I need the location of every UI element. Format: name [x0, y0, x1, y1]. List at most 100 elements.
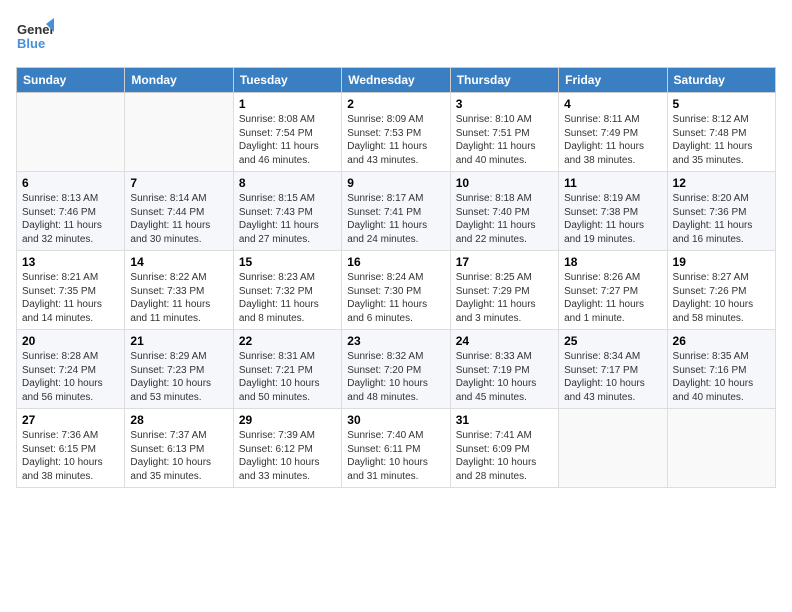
- week-row-3: 13 Sunrise: 8:21 AMSunset: 7:35 PMDayligh…: [17, 251, 776, 330]
- date-number: 2: [347, 97, 444, 111]
- cell-info: Sunrise: 8:32 AMSunset: 7:20 PMDaylight:…: [347, 350, 444, 404]
- cell-info: Sunrise: 8:09 AMSunset: 7:53 PMDaylight:…: [347, 113, 444, 167]
- date-number: 27: [22, 413, 119, 427]
- cell-info: Sunrise: 8:27 AMSunset: 7:26 PMDaylight:…: [673, 271, 770, 325]
- svg-text:Blue: Blue: [17, 36, 45, 51]
- week-row-2: 6 Sunrise: 8:13 AMSunset: 7:46 PMDaylight…: [17, 172, 776, 251]
- date-number: 29: [239, 413, 336, 427]
- calendar-cell: 23 Sunrise: 8:32 AMSunset: 7:20 PMDayligh…: [342, 330, 450, 409]
- date-number: 6: [22, 176, 119, 190]
- date-number: 7: [130, 176, 227, 190]
- cell-info: Sunrise: 8:08 AMSunset: 7:54 PMDaylight:…: [239, 113, 336, 167]
- calendar-cell: [559, 409, 667, 488]
- calendar-header-row: SundayMondayTuesdayWednesdayThursdayFrid…: [17, 68, 776, 93]
- calendar-cell: 7 Sunrise: 8:14 AMSunset: 7:44 PMDaylight…: [125, 172, 233, 251]
- calendar-cell: 29Sunrise: 7:39 AMSunset: 6:12 PMDayligh…: [233, 409, 341, 488]
- date-number: 17: [456, 255, 553, 269]
- date-number: 8: [239, 176, 336, 190]
- date-number: 30: [347, 413, 444, 427]
- calendar-cell: 6 Sunrise: 8:13 AMSunset: 7:46 PMDaylight…: [17, 172, 125, 251]
- calendar-cell: 24 Sunrise: 8:33 AMSunset: 7:19 PMDayligh…: [450, 330, 558, 409]
- calendar-cell: 25Sunrise: 8:34 AMSunset: 7:17 PMDayligh…: [559, 330, 667, 409]
- cell-info: Sunrise: 8:10 AMSunset: 7:51 PMDaylight:…: [456, 113, 553, 167]
- date-number: 11: [564, 176, 661, 190]
- calendar-cell: 4 Sunrise: 8:11 AMSunset: 7:49 PMDaylight…: [559, 93, 667, 172]
- cell-info: Sunrise: 7:37 AMSunset: 6:13 PMDaylight:…: [130, 429, 227, 483]
- date-number: 24: [456, 334, 553, 348]
- cell-info: Sunrise: 8:11 AMSunset: 7:49 PMDaylight:…: [564, 113, 661, 167]
- cell-info: Sunrise: 8:35 AMSunset: 7:16 PMDaylight:…: [673, 350, 770, 404]
- cell-info: Sunrise: 7:41 AMSunset: 6:09 PMDaylight:…: [456, 429, 553, 483]
- date-number: 21: [130, 334, 227, 348]
- week-row-4: 20Sunrise: 8:28 AMSunset: 7:24 PMDayligh…: [17, 330, 776, 409]
- day-header-saturday: Saturday: [667, 68, 775, 93]
- calendar-cell: 10 Sunrise: 8:18 AMSunset: 7:40 PMDayligh…: [450, 172, 558, 251]
- calendar-cell: 31Sunrise: 7:41 AMSunset: 6:09 PMDayligh…: [450, 409, 558, 488]
- cell-info: Sunrise: 8:15 AMSunset: 7:43 PMDaylight:…: [239, 192, 336, 246]
- calendar-cell: 28 Sunrise: 7:37 AMSunset: 6:13 PMDayligh…: [125, 409, 233, 488]
- date-number: 22: [239, 334, 336, 348]
- day-header-thursday: Thursday: [450, 68, 558, 93]
- date-number: 28: [130, 413, 227, 427]
- cell-info: Sunrise: 8:14 AMSunset: 7:44 PMDaylight:…: [130, 192, 227, 246]
- calendar-cell: 17 Sunrise: 8:25 AMSunset: 7:29 PMDayligh…: [450, 251, 558, 330]
- calendar-cell: 26Sunrise: 8:35 AMSunset: 7:16 PMDayligh…: [667, 330, 775, 409]
- date-number: 20: [22, 334, 119, 348]
- calendar-cell: 13 Sunrise: 8:21 AMSunset: 7:35 PMDayligh…: [17, 251, 125, 330]
- week-row-1: 1Sunrise: 8:08 AMSunset: 7:54 PMDaylight…: [17, 93, 776, 172]
- calendar-cell: 14 Sunrise: 8:22 AMSunset: 7:33 PMDayligh…: [125, 251, 233, 330]
- calendar-cell: 15Sunrise: 8:23 AMSunset: 7:32 PMDayligh…: [233, 251, 341, 330]
- date-number: 9: [347, 176, 444, 190]
- calendar-cell: 18Sunrise: 8:26 AMSunset: 7:27 PMDayligh…: [559, 251, 667, 330]
- day-header-sunday: Sunday: [17, 68, 125, 93]
- calendar-cell: 2 Sunrise: 8:09 AMSunset: 7:53 PMDaylight…: [342, 93, 450, 172]
- calendar-table: SundayMondayTuesdayWednesdayThursdayFrid…: [16, 67, 776, 488]
- logo: General Blue: [16, 16, 54, 59]
- calendar-cell: 1Sunrise: 8:08 AMSunset: 7:54 PMDaylight…: [233, 93, 341, 172]
- calendar-cell: 5 Sunrise: 8:12 AMSunset: 7:48 PMDaylight…: [667, 93, 775, 172]
- date-number: 12: [673, 176, 770, 190]
- date-number: 23: [347, 334, 444, 348]
- calendar-cell: 16 Sunrise: 8:24 AMSunset: 7:30 PMDayligh…: [342, 251, 450, 330]
- calendar-cell: 20Sunrise: 8:28 AMSunset: 7:24 PMDayligh…: [17, 330, 125, 409]
- cell-info: Sunrise: 8:21 AMSunset: 7:35 PMDaylight:…: [22, 271, 119, 325]
- cell-info: Sunrise: 8:17 AMSunset: 7:41 PMDaylight:…: [347, 192, 444, 246]
- cell-info: Sunrise: 8:33 AMSunset: 7:19 PMDaylight:…: [456, 350, 553, 404]
- cell-info: Sunrise: 8:25 AMSunset: 7:29 PMDaylight:…: [456, 271, 553, 325]
- page-header: General Blue: [16, 16, 776, 59]
- date-number: 5: [673, 97, 770, 111]
- calendar-cell: 27Sunrise: 7:36 AMSunset: 6:15 PMDayligh…: [17, 409, 125, 488]
- calendar-cell: 30 Sunrise: 7:40 AMSunset: 6:11 PMDayligh…: [342, 409, 450, 488]
- date-number: 13: [22, 255, 119, 269]
- cell-info: Sunrise: 8:18 AMSunset: 7:40 PMDaylight:…: [456, 192, 553, 246]
- day-header-monday: Monday: [125, 68, 233, 93]
- cell-info: Sunrise: 8:24 AMSunset: 7:30 PMDaylight:…: [347, 271, 444, 325]
- calendar-cell: 22 Sunrise: 8:31 AMSunset: 7:21 PMDayligh…: [233, 330, 341, 409]
- calendar-cell: 9 Sunrise: 8:17 AMSunset: 7:41 PMDaylight…: [342, 172, 450, 251]
- calendar-cell: 21Sunrise: 8:29 AMSunset: 7:23 PMDayligh…: [125, 330, 233, 409]
- calendar-cell: 8 Sunrise: 8:15 AMSunset: 7:43 PMDaylight…: [233, 172, 341, 251]
- date-number: 4: [564, 97, 661, 111]
- date-number: 10: [456, 176, 553, 190]
- calendar-cell: 11Sunrise: 8:19 AMSunset: 7:38 PMDayligh…: [559, 172, 667, 251]
- calendar-cell: [17, 93, 125, 172]
- day-header-wednesday: Wednesday: [342, 68, 450, 93]
- day-header-friday: Friday: [559, 68, 667, 93]
- day-header-tuesday: Tuesday: [233, 68, 341, 93]
- cell-info: Sunrise: 8:34 AMSunset: 7:17 PMDaylight:…: [564, 350, 661, 404]
- cell-info: Sunrise: 8:20 AMSunset: 7:36 PMDaylight:…: [673, 192, 770, 246]
- date-number: 19: [673, 255, 770, 269]
- date-number: 15: [239, 255, 336, 269]
- logo-graphic: General Blue: [16, 16, 54, 59]
- calendar-cell: [125, 93, 233, 172]
- date-number: 3: [456, 97, 553, 111]
- cell-info: Sunrise: 8:12 AMSunset: 7:48 PMDaylight:…: [673, 113, 770, 167]
- cell-info: Sunrise: 8:22 AMSunset: 7:33 PMDaylight:…: [130, 271, 227, 325]
- date-number: 16: [347, 255, 444, 269]
- week-row-5: 27Sunrise: 7:36 AMSunset: 6:15 PMDayligh…: [17, 409, 776, 488]
- cell-info: Sunrise: 7:40 AMSunset: 6:11 PMDaylight:…: [347, 429, 444, 483]
- cell-info: Sunrise: 8:31 AMSunset: 7:21 PMDaylight:…: [239, 350, 336, 404]
- cell-info: Sunrise: 8:13 AMSunset: 7:46 PMDaylight:…: [22, 192, 119, 246]
- date-number: 14: [130, 255, 227, 269]
- calendar-cell: 12 Sunrise: 8:20 AMSunset: 7:36 PMDayligh…: [667, 172, 775, 251]
